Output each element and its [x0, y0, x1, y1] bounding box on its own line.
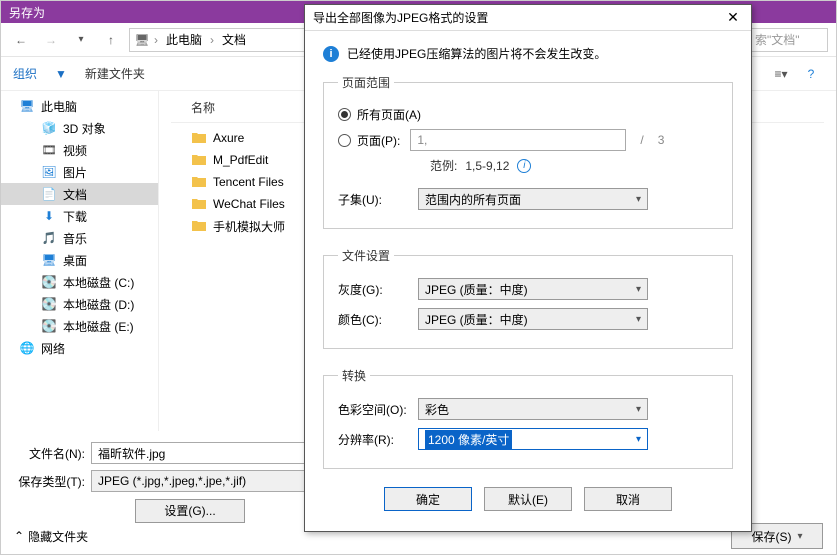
- sidebar-item-3[interactable]: 🖼图片: [1, 161, 158, 183]
- sidebar-item-11[interactable]: 🌐网络: [1, 337, 158, 359]
- info-icon: i: [323, 46, 339, 62]
- search-placeholder: 索"文档": [755, 31, 800, 48]
- folder-icon: [191, 196, 207, 212]
- sidebar-item-1[interactable]: 🧊3D 对象: [1, 117, 158, 139]
- all-pages-label: 所有页面(A): [357, 106, 421, 123]
- total-pages: 3: [658, 133, 665, 147]
- breadcrumb-item[interactable]: 文档: [218, 31, 250, 48]
- chevron-right-icon: ›: [210, 33, 214, 47]
- organize-menu[interactable]: 组织: [13, 65, 37, 82]
- music-icon: 🎵: [41, 230, 57, 246]
- all-pages-radio[interactable]: [338, 108, 351, 121]
- sidebar: 🖥此电脑🧊3D 对象🎞视频🖼图片📄文档⬇下载🎵音乐🖥桌面💽本地磁盘 (C:)💽本…: [1, 91, 159, 431]
- sidebar-item-6[interactable]: 🎵音乐: [1, 227, 158, 249]
- cancel-button[interactable]: 取消: [584, 487, 672, 511]
- net-icon: 🌐: [19, 340, 35, 356]
- resolution-select[interactable]: 1200 像素/英寸▾: [418, 428, 648, 450]
- recent-dropdown[interactable]: ▾: [69, 28, 93, 52]
- example-label: 范例:: [430, 157, 457, 174]
- colorspace-label: 色彩空间(O):: [338, 401, 408, 418]
- page-range-legend: 页面范围: [338, 74, 394, 91]
- view-options-button[interactable]: ≡▾: [768, 63, 794, 85]
- hide-folders-toggle[interactable]: ⌃ 隐藏文件夹: [14, 528, 88, 545]
- pc-icon: 🖥: [134, 32, 150, 48]
- gray-select[interactable]: JPEG (质量：中度)▾: [418, 278, 648, 300]
- pic-icon: 🖼: [41, 164, 57, 180]
- window-title: 另存为: [9, 4, 45, 21]
- disk-icon: 💽: [41, 274, 57, 290]
- up-button[interactable]: ↑: [99, 28, 123, 52]
- search-input[interactable]: 索"文档": [748, 28, 828, 52]
- sidebar-item-5[interactable]: ⬇下载: [1, 205, 158, 227]
- page-range-group: 页面范围 所有页面(A) 页面(P): / 3 范例: 1,5-9,12 i 子…: [323, 74, 733, 229]
- new-folder-button[interactable]: 新建文件夹: [85, 65, 145, 82]
- desktop-icon: 🖥: [41, 252, 57, 268]
- breadcrumb-item[interactable]: 此电脑: [162, 31, 206, 48]
- sidebar-item-8[interactable]: 💽本地磁盘 (C:): [1, 271, 158, 293]
- export-settings-dialog: 导出全部图像为JPEG格式的设置 ✕ i 已经使用JPEG压缩算法的图片将不会发…: [304, 4, 752, 532]
- sidebar-item-9[interactable]: 💽本地磁盘 (D:): [1, 293, 158, 315]
- sidebar-item-0[interactable]: 🖥此电脑: [1, 95, 158, 117]
- subset-label: 子集(U):: [338, 191, 408, 208]
- back-button[interactable]: ←: [9, 28, 33, 52]
- disk-icon: 💽: [41, 296, 57, 312]
- color-select[interactable]: JPEG (质量：中度)▾: [418, 308, 648, 330]
- folder-icon: [191, 174, 207, 190]
- convert-group: 转换 色彩空间(O): 彩色▾ 分辨率(R): 1200 像素/英寸▾: [323, 367, 733, 469]
- dialog-titlebar: 导出全部图像为JPEG格式的设置 ✕: [305, 5, 751, 31]
- pages-label: 页面(P):: [357, 132, 400, 149]
- pages-input[interactable]: [410, 129, 626, 151]
- settings-button[interactable]: 设置(G)...: [135, 499, 245, 523]
- color-label: 颜色(C):: [338, 311, 408, 328]
- video-icon: 🎞: [41, 142, 57, 158]
- help-icon[interactable]: i: [517, 159, 531, 173]
- pc-icon: 🖥: [19, 98, 35, 114]
- ok-button[interactable]: 确定: [384, 487, 472, 511]
- chevron-right-icon: ›: [154, 33, 158, 47]
- folder-icon: [191, 130, 207, 146]
- gray-label: 灰度(G):: [338, 281, 408, 298]
- convert-legend: 转换: [338, 367, 370, 384]
- resolution-label: 分辨率(R):: [338, 431, 408, 448]
- file-settings-legend: 文件设置: [338, 247, 394, 264]
- chevron-up-icon: ⌃: [14, 529, 24, 543]
- filename-label: 文件名(N):: [15, 445, 85, 462]
- sidebar-item-4[interactable]: 📄文档: [1, 183, 158, 205]
- sidebar-item-7[interactable]: 🖥桌面: [1, 249, 158, 271]
- 3d-icon: 🧊: [41, 120, 57, 136]
- dialog-footer: 确定 默认(E) 取消: [323, 487, 733, 511]
- folder-icon: [191, 218, 207, 234]
- help-button[interactable]: ?: [798, 63, 824, 85]
- disk-icon: 💽: [41, 318, 57, 334]
- close-button[interactable]: ✕: [723, 8, 743, 28]
- example-value: 1,5-9,12: [465, 159, 509, 173]
- info-message: i 已经使用JPEG压缩算法的图片将不会发生改变。: [323, 45, 733, 62]
- dialog-title: 导出全部图像为JPEG格式的设置: [313, 9, 723, 26]
- colorspace-select[interactable]: 彩色▾: [418, 398, 648, 420]
- filetype-label: 保存类型(T):: [15, 473, 85, 490]
- forward-button[interactable]: →: [39, 28, 63, 52]
- subset-select[interactable]: 范围内的所有页面▾: [418, 188, 648, 210]
- default-button[interactable]: 默认(E): [484, 487, 572, 511]
- folder-icon: [191, 152, 207, 168]
- file-settings-group: 文件设置 灰度(G): JPEG (质量：中度)▾ 颜色(C): JPEG (质…: [323, 247, 733, 349]
- pages-radio[interactable]: [338, 134, 351, 147]
- dl-icon: ⬇: [41, 208, 57, 224]
- sidebar-item-2[interactable]: 🎞视频: [1, 139, 158, 161]
- sidebar-item-10[interactable]: 💽本地磁盘 (E:): [1, 315, 158, 337]
- doc-icon: 📄: [41, 186, 57, 202]
